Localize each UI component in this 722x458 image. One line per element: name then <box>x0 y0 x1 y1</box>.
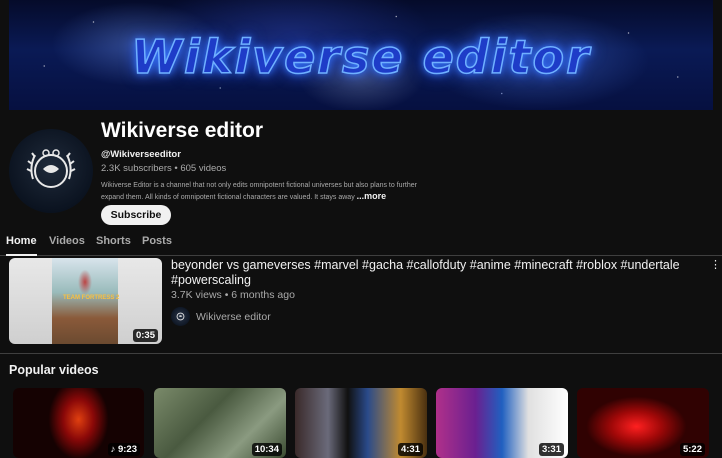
popular-video-thumbnail[interactable]: 5:22 <box>577 388 709 458</box>
featured-video-owner[interactable]: Wikiverse editor <box>171 307 271 326</box>
featured-video-title[interactable]: beyonder vs gameverses #marvel #gacha #c… <box>171 258 691 287</box>
channel-avatar[interactable] <box>9 129 93 213</box>
popular-video-thumbnail[interactable]: 10:34 <box>154 388 286 458</box>
channel-banner: Wikiverse editor <box>9 0 713 110</box>
video-duration: 5:22 <box>679 443 705 456</box>
channel-name: Wikiverse editor <box>101 119 264 142</box>
popular-video-thumbnail[interactable]: 4:31 <box>295 388 427 458</box>
popular-video-thumbnail[interactable]: 3:31 <box>436 388 568 458</box>
more-link[interactable]: ...more <box>357 191 387 201</box>
banner-title: Wikiverse editor <box>131 29 591 85</box>
video-duration: ♪ 9:23 <box>107 443 140 456</box>
channel-handle: @Wikiverseeditor <box>101 149 181 160</box>
owner-name[interactable]: Wikiverse editor <box>196 311 271 323</box>
featured-video-meta: 3.7K views • 6 months ago <box>171 289 295 301</box>
channel-description[interactable]: Wikiverse Editor is a channel that not o… <box>101 181 421 203</box>
channel-tabs: Home Videos Shorts Posts <box>0 234 722 256</box>
tab-shorts[interactable]: Shorts <box>96 235 131 247</box>
more-options-icon[interactable]: ⋮ <box>710 258 721 271</box>
channel-stats: 2.3K subscribers • 605 videos <box>101 163 227 174</box>
tab-posts[interactable]: Posts <box>142 235 172 247</box>
video-duration: 10:34 <box>251 443 282 456</box>
laurel-logo-icon <box>26 149 76 188</box>
tab-videos[interactable]: Videos <box>49 235 85 247</box>
owner-avatar[interactable] <box>171 307 190 326</box>
video-duration: 4:31 <box>397 443 423 456</box>
featured-duration: 0:35 <box>132 329 158 342</box>
video-duration: 3:31 <box>538 443 564 456</box>
section-divider <box>0 353 722 354</box>
subscribe-button[interactable]: Subscribe <box>101 205 171 225</box>
laurel-logo-icon <box>176 312 185 321</box>
popular-videos-title: Popular videos <box>9 363 99 377</box>
tab-home[interactable]: Home <box>6 235 37 256</box>
featured-thumbnail-image <box>52 258 118 344</box>
featured-video-thumbnail[interactable]: TEAM FORTRESS 2 0:35 <box>9 258 162 344</box>
popular-video-thumbnail[interactable]: ♪ 9:23 <box>13 388 144 458</box>
thumbnail-caption: TEAM FORTRESS 2 <box>63 295 120 301</box>
